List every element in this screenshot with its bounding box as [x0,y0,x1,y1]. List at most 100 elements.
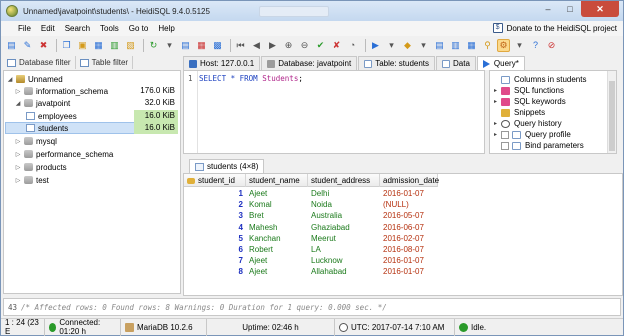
column-header[interactable]: student_name [246,174,308,187]
save-snippet-icon[interactable]: ▦ [465,39,478,52]
tab-query[interactable]: Query* [476,56,525,70]
sql-text[interactable]: SELECT * FROM Students; [199,74,303,83]
dropdown-arrow-icon[interactable]: ▾ [513,39,526,52]
result-tab[interactable]: students (4×8) [189,159,265,173]
paste-icon[interactable]: ▣ [76,39,89,52]
minimize-button[interactable]: – [537,1,559,17]
cell-student-name[interactable]: Ajeet [246,255,308,266]
tab-data[interactable]: Data [436,56,476,70]
cell-student-address[interactable]: Allahabad [308,266,380,277]
edit-icon[interactable]: ✎ [21,39,34,52]
helper-snippets[interactable]: Snippets [494,107,545,118]
column-header[interactable]: admission_date [380,174,439,187]
cell-student-id[interactable]: 1 [184,188,246,199]
expand-arrow-icon[interactable]: ▷ [14,151,22,158]
cell-student-address[interactable]: Noida [308,199,380,210]
helper-bind-parameters[interactable]: Bind parameters [494,140,584,151]
tree-node-performance-schema[interactable]: ▷ performance_schema [14,148,114,160]
collapse-arrow-icon[interactable]: ◢ [14,100,22,107]
tree-node-test[interactable]: ▷ test [14,174,49,186]
save-icon[interactable]: ▥ [108,39,121,52]
cell-admission-date[interactable]: (NULL) [380,199,438,210]
cell-admission-date[interactable]: 2016-08-07 [380,244,438,255]
cell-student-address[interactable]: Lucknow [308,255,380,266]
next-icon[interactable]: ▶ [266,39,279,52]
scroll-thumb[interactable] [609,81,615,151]
copy-icon[interactable]: ❐ [60,39,73,52]
table-row[interactable]: 6 Robert LA 2016-08-07 [184,244,438,255]
expand-arrow-icon[interactable]: ▷ [14,88,22,95]
expand-arrow-icon[interactable]: ▷ [14,164,22,171]
table-icon[interactable]: ▩ [211,39,224,52]
table-row[interactable]: 5 Kanchan Meerut 2016-02-07 [184,233,438,244]
cell-admission-date[interactable]: 2016-01-07 [380,266,438,277]
tree-node-information-schema[interactable]: ▷ information_schema [14,85,108,97]
cell-student-id[interactable]: 4 [184,222,246,233]
query-profile-checkbox[interactable] [501,130,509,139]
expand-arrow-icon[interactable]: ▷ [14,138,22,145]
format-sql-icon[interactable]: ⚙ [497,38,510,52]
stop-icon[interactable]: ⊘ [545,39,558,52]
cell-admission-date[interactable]: 2016-01-07 [380,255,438,266]
dropdown-arrow-icon[interactable]: ▾ [385,39,398,52]
run-query-icon[interactable]: ▶ [369,39,382,52]
refresh-icon[interactable]: ↻ [147,39,160,52]
new-query-icon[interactable]: ▤ [179,39,192,52]
cell-student-id[interactable]: 7 [184,255,246,266]
cell-student-name[interactable]: Ajeet [246,188,308,199]
menu-file[interactable]: File [13,24,36,33]
cell-student-id[interactable]: 6 [184,244,246,255]
expand-arrow-icon[interactable]: ▸ [494,87,501,94]
cell-student-address[interactable]: Australia [308,210,380,221]
timer-icon[interactable]: ◔ [346,39,359,52]
menu-help[interactable]: Help [153,24,179,33]
remove-row-icon[interactable]: ⊖ [298,39,311,52]
collapse-arrow-icon[interactable]: ◢ [6,76,14,83]
table-filter[interactable]: Table filter [76,56,134,69]
explain-icon[interactable]: ◆ [401,39,414,52]
donate-link[interactable]: $ Donate to the HeidiSQL project [492,23,617,33]
save-sql-icon[interactable]: ▥ [449,39,462,52]
maximize-button[interactable]: □ [559,1,581,17]
tree-node-mysql[interactable]: ▷ mysql [14,135,57,147]
cell-admission-date[interactable]: 2016-06-07 [380,222,438,233]
cell-student-name[interactable]: Bret [246,210,308,221]
cell-student-address[interactable]: LA [308,244,380,255]
table-row[interactable]: 1 Ajeet Delhi 2016-01-07 [184,188,438,199]
cell-student-id[interactable]: 3 [184,210,246,221]
helper-query-profile[interactable]: ▸ Query profile [494,129,571,140]
help-icon[interactable]: ? [529,39,542,52]
cell-student-name[interactable]: Komal [246,199,308,210]
load-sql-icon[interactable]: ▤ [433,39,446,52]
cancel-icon[interactable]: ✘ [330,39,343,52]
dropdown-arrow-icon[interactable]: ▾ [163,39,176,52]
helper-scrollbar[interactable] [607,71,616,153]
cell-student-address[interactable]: Ghaziabad [308,222,380,233]
tree-node-employees[interactable]: employees [24,110,77,122]
dropdown-arrow-icon[interactable]: ▾ [417,39,430,52]
cell-student-name[interactable]: Ajeet [246,266,308,277]
menu-edit[interactable]: Edit [36,24,60,33]
cell-admission-date[interactable]: 2016-01-07 [380,188,438,199]
delete-icon[interactable]: ▦ [195,39,208,52]
find-icon[interactable]: ⚲ [481,39,494,52]
menu-search[interactable]: Search [60,24,95,33]
previous-icon[interactable]: ◀ [250,39,263,52]
database-filter[interactable]: Database filter [3,56,76,69]
cell-student-address[interactable]: Meerut [308,233,380,244]
tree-node-unnamed[interactable]: ◢ Unnamed [6,73,63,85]
import-icon[interactable]: ▧ [124,39,137,52]
sql-log[interactable]: 43 /* Affected rows: 0 Found rows: 8 War… [3,298,621,316]
tab-table[interactable]: Table: students [358,56,436,70]
cell-student-id[interactable]: 2 [184,199,246,210]
cell-admission-date[interactable]: 2016-05-07 [380,210,438,221]
tab-database[interactable]: Database: javatpoint [261,56,358,70]
cell-admission-date[interactable]: 2016-02-07 [380,233,438,244]
menu-tools[interactable]: Tools [95,24,124,33]
cell-student-name[interactable]: Mahesh [246,222,308,233]
tab-host[interactable]: Host: 127.0.0.1 [183,56,261,70]
expand-arrow-icon[interactable]: ▸ [494,98,501,105]
column-header[interactable]: student_address [308,174,380,187]
post-icon[interactable]: ✔ [314,39,327,52]
table-row[interactable]: 3 Bret Australia 2016-05-07 [184,210,438,221]
